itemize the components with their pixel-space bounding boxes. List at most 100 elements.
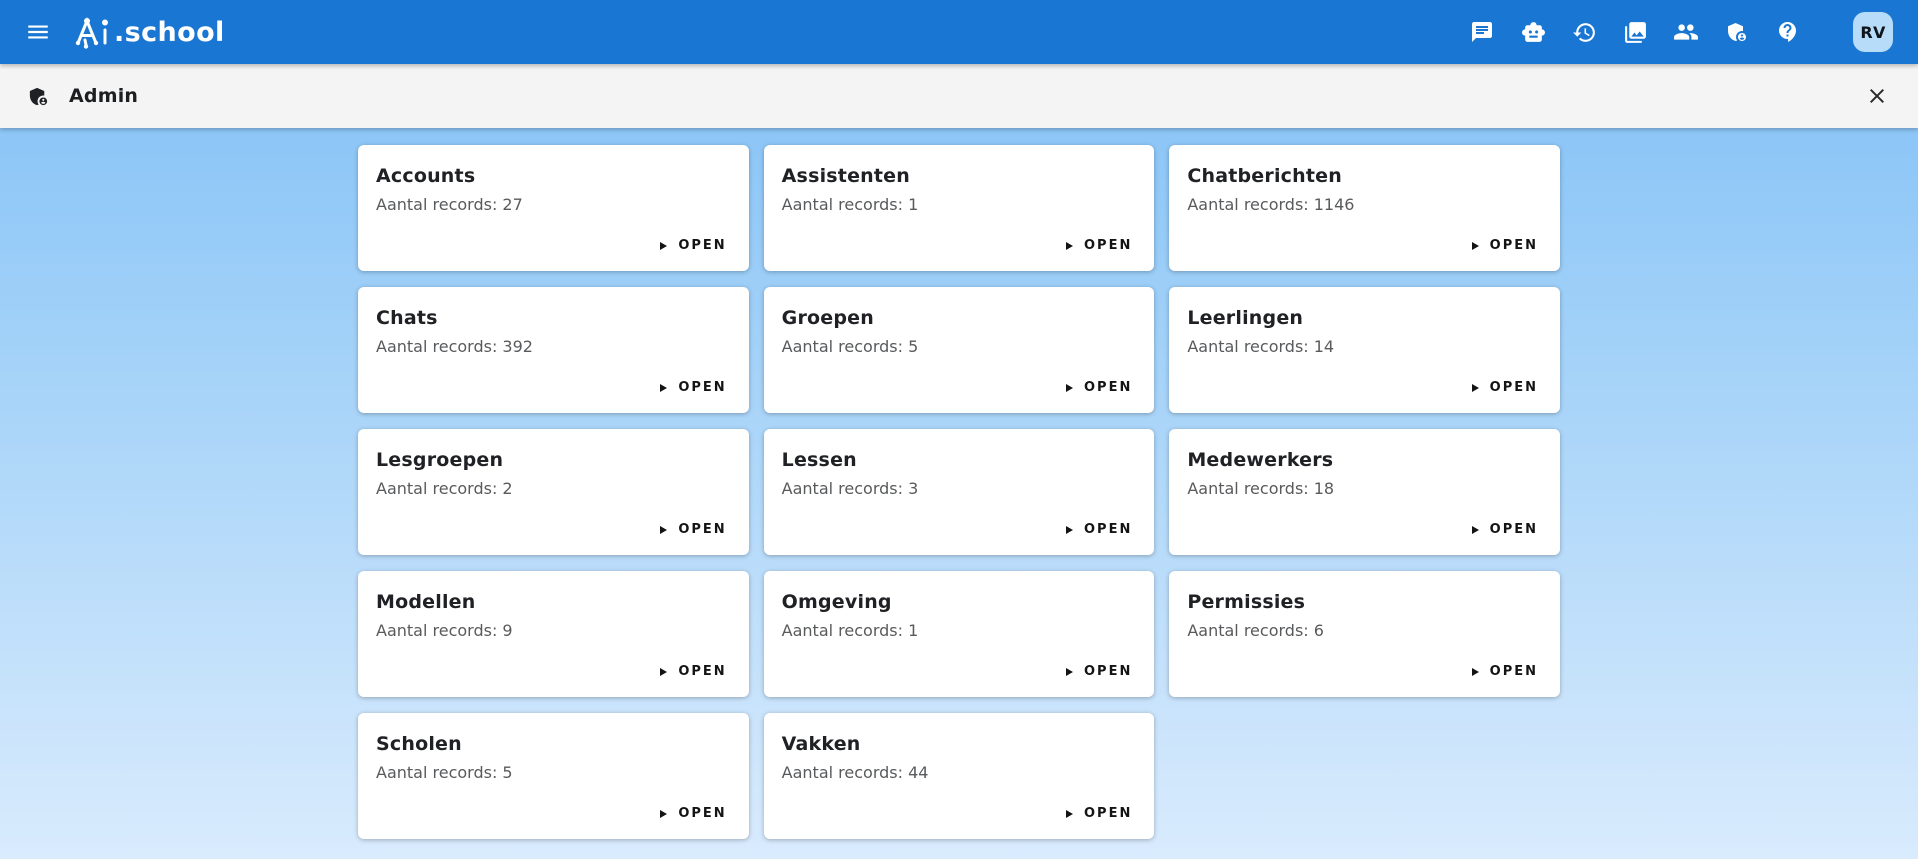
open-button[interactable]: OPEN	[1462, 230, 1548, 261]
admin-card: Lessen Aantal records: 3 OPEN	[764, 429, 1155, 555]
card-record-count: Aantal records: 5	[376, 763, 731, 782]
admin-card: Accounts Aantal records: 27 OPEN	[358, 145, 749, 271]
play-arrow-icon	[1472, 526, 1479, 534]
help-button[interactable]	[1775, 19, 1801, 45]
open-button[interactable]: OPEN	[650, 514, 736, 545]
open-button-label: OPEN	[678, 238, 726, 253]
open-button[interactable]: OPEN	[650, 372, 736, 403]
card-record-count: Aantal records: 18	[1187, 479, 1542, 498]
card-title: Chats	[376, 307, 731, 329]
history-button[interactable]	[1571, 19, 1597, 45]
play-arrow-icon	[660, 242, 667, 250]
topbar-icon-group: RV	[1469, 12, 1893, 52]
hamburger-menu-icon	[25, 19, 51, 45]
open-button-label: OPEN	[1084, 664, 1132, 679]
open-button[interactable]: OPEN	[1056, 372, 1142, 403]
play-arrow-icon	[1472, 668, 1479, 676]
card-record-count: Aantal records: 14	[1187, 337, 1542, 356]
logo-text: .school	[114, 19, 225, 46]
play-arrow-icon	[1066, 810, 1073, 818]
play-arrow-icon	[660, 384, 667, 392]
admin-card: Vakken Aantal records: 44 OPEN	[764, 713, 1155, 839]
open-button[interactable]: OPEN	[1056, 514, 1142, 545]
play-arrow-icon	[1472, 242, 1479, 250]
admin-card: Groepen Aantal records: 5 OPEN	[764, 287, 1155, 413]
card-title: Lesgroepen	[376, 449, 731, 471]
open-button-label: OPEN	[678, 380, 726, 395]
card-title: Vakken	[782, 733, 1137, 755]
photo-library-button[interactable]	[1622, 19, 1648, 45]
open-button-label: OPEN	[678, 806, 726, 821]
card-title: Scholen	[376, 733, 731, 755]
ai-logo-glyph	[72, 14, 114, 50]
admin-card: Scholen Aantal records: 5 OPEN	[358, 713, 749, 839]
card-record-count: Aantal records: 3	[782, 479, 1137, 498]
card-title: Leerlingen	[1187, 307, 1542, 329]
robot-icon	[1521, 20, 1546, 45]
card-title: Lessen	[782, 449, 1137, 471]
open-button-label: OPEN	[1084, 238, 1132, 253]
open-button-label: OPEN	[1490, 664, 1538, 679]
card-record-count: Aantal records: 1146	[1187, 195, 1542, 214]
card-record-count: Aantal records: 392	[376, 337, 731, 356]
open-button-label: OPEN	[678, 522, 726, 537]
admin-header-bar: Admin	[0, 64, 1918, 128]
play-arrow-icon	[1066, 526, 1073, 534]
play-arrow-icon	[1066, 384, 1073, 392]
admin-card: Assistenten Aantal records: 1 OPEN	[764, 145, 1155, 271]
open-button[interactable]: OPEN	[650, 798, 736, 829]
page-title: Admin	[69, 85, 138, 107]
open-button[interactable]: OPEN	[1056, 798, 1142, 829]
admin-shield-icon	[1725, 20, 1749, 44]
admin-card: Medewerkers Aantal records: 18 OPEN	[1169, 429, 1560, 555]
app-logo[interactable]: .school	[72, 14, 225, 50]
chat-icon	[1470, 20, 1494, 44]
open-button[interactable]: OPEN	[1462, 656, 1548, 687]
play-arrow-icon	[1472, 384, 1479, 392]
admin-panel-button[interactable]	[1724, 19, 1750, 45]
open-button[interactable]: OPEN	[1462, 372, 1548, 403]
open-button[interactable]: OPEN	[650, 656, 736, 687]
card-record-count: Aantal records: 1	[782, 621, 1137, 640]
card-title: Accounts	[376, 165, 731, 187]
open-button[interactable]: OPEN	[1056, 656, 1142, 687]
open-button-label: OPEN	[1084, 522, 1132, 537]
open-button-label: OPEN	[1084, 380, 1132, 395]
open-button-label: OPEN	[1084, 806, 1132, 821]
play-arrow-icon	[1066, 242, 1073, 250]
card-record-count: Aantal records: 1	[782, 195, 1137, 214]
chat-button[interactable]	[1469, 19, 1495, 45]
user-avatar[interactable]: RV	[1853, 12, 1893, 52]
card-title: Permissies	[1187, 591, 1542, 613]
card-record-count: Aantal records: 6	[1187, 621, 1542, 640]
help-icon	[1776, 20, 1800, 44]
play-arrow-icon	[1066, 668, 1073, 676]
card-record-count: Aantal records: 2	[376, 479, 731, 498]
cards-grid: Accounts Aantal records: 27 OPEN Assiste…	[358, 128, 1560, 839]
card-record-count: Aantal records: 44	[782, 763, 1137, 782]
open-button-label: OPEN	[1490, 380, 1538, 395]
assistant-robot-button[interactable]	[1520, 19, 1546, 45]
card-title: Assistenten	[782, 165, 1137, 187]
close-button[interactable]	[1862, 81, 1892, 111]
card-record-count: Aantal records: 9	[376, 621, 731, 640]
open-button[interactable]: OPEN	[1462, 514, 1548, 545]
admin-card: Leerlingen Aantal records: 14 OPEN	[1169, 287, 1560, 413]
menu-button[interactable]	[20, 14, 56, 50]
play-arrow-icon	[660, 668, 667, 676]
open-button-label: OPEN	[1490, 238, 1538, 253]
admin-shield-icon-dark	[27, 85, 50, 108]
open-button-label: OPEN	[1490, 522, 1538, 537]
card-title: Omgeving	[782, 591, 1137, 613]
admin-card: Permissies Aantal records: 6 OPEN	[1169, 571, 1560, 697]
card-record-count: Aantal records: 5	[782, 337, 1137, 356]
people-icon	[1673, 19, 1699, 45]
people-button[interactable]	[1673, 19, 1699, 45]
card-title: Medewerkers	[1187, 449, 1542, 471]
card-title: Chatberichten	[1187, 165, 1542, 187]
admin-card: Modellen Aantal records: 9 OPEN	[358, 571, 749, 697]
admin-card: Chatberichten Aantal records: 1146 OPEN	[1169, 145, 1560, 271]
open-button[interactable]: OPEN	[650, 230, 736, 261]
open-button[interactable]: OPEN	[1056, 230, 1142, 261]
card-title: Groepen	[782, 307, 1137, 329]
